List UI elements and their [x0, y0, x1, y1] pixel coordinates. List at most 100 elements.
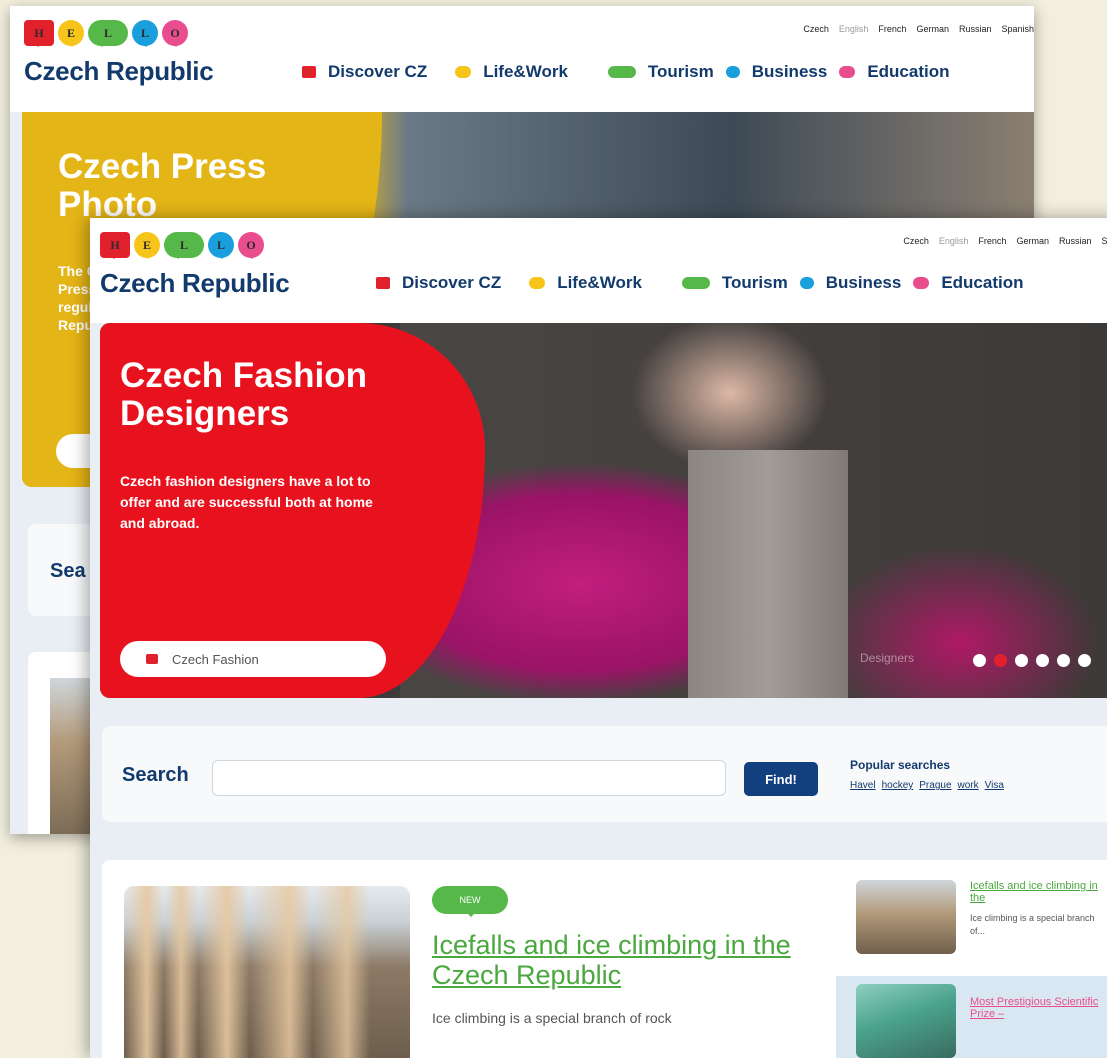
- hero-banner[interactable]: Czech Fashion Designers Czech fashion de…: [100, 323, 1107, 698]
- article-title-link[interactable]: Icefalls and ice climbing in the Czech R…: [432, 930, 812, 990]
- hero-title: Czech Fashion Designers: [120, 356, 367, 433]
- hello-letter-e: E: [58, 20, 84, 47]
- nav-label: Tourism: [721, 273, 788, 292]
- speech-bubble-icon: [455, 66, 472, 78]
- front-browser-window: H E L L O Czech Republic Czech English F…: [90, 218, 1107, 1058]
- hello-letter-e: E: [134, 232, 160, 259]
- speech-bubble-icon: [913, 277, 930, 289]
- language-switcher: Czech English French German Russian Span…: [903, 236, 1107, 246]
- hello-letter-h: H: [24, 20, 54, 47]
- sidebar-article-thumb[interactable]: [856, 880, 956, 954]
- popular-link-visa[interactable]: Visa: [985, 780, 1004, 791]
- slide-dot[interactable]: [1015, 654, 1028, 667]
- slide-dot[interactable]: [973, 654, 986, 667]
- nav-life-work[interactable]: Life&Work: [455, 62, 568, 82]
- back-header: H E L L O Czech Republic Czech English F…: [10, 6, 1034, 112]
- speech-bubble-icon: [376, 277, 390, 289]
- hello-letter-l: L: [132, 20, 158, 47]
- sidebar-article-thumb[interactable]: [856, 984, 956, 1058]
- lang-spanish[interactable]: Spanish: [1101, 236, 1107, 246]
- new-badge: NEW: [432, 886, 508, 917]
- lang-english[interactable]: English: [839, 24, 869, 34]
- logo-title: Czech Republic: [100, 268, 290, 298]
- nav-business[interactable]: Business: [799, 273, 902, 293]
- search-bar: Search Find! Popular searches Havel hock…: [102, 726, 1107, 822]
- back-logo[interactable]: H E L L O Czech Republic: [24, 20, 214, 87]
- nav-label: Life&Work: [483, 62, 568, 81]
- nav-label: Education: [867, 62, 950, 81]
- lang-french[interactable]: French: [978, 236, 1006, 246]
- nav-label: Discover CZ: [402, 273, 502, 292]
- popular-link-work[interactable]: work: [958, 780, 979, 791]
- speech-bubble-icon: [302, 66, 316, 78]
- front-header: H E L L O Czech Republic Czech English F…: [90, 218, 1107, 323]
- search-label: Search: [122, 764, 189, 786]
- lang-spanish[interactable]: Spanish: [1001, 24, 1034, 34]
- lang-russian[interactable]: Russian: [959, 24, 992, 34]
- lang-english[interactable]: English: [939, 236, 969, 246]
- sidebar-article[interactable]: Most Prestigious Scientific Prize –: [836, 976, 1107, 1058]
- speech-bubble-icon: [607, 66, 636, 78]
- nav-discover-cz[interactable]: Discover CZ: [376, 273, 501, 293]
- popular-link-hockey[interactable]: hockey: [882, 780, 914, 791]
- nav-label: Business: [751, 62, 828, 81]
- lang-russian[interactable]: Russian: [1059, 236, 1092, 246]
- find-button[interactable]: Find!: [744, 762, 818, 796]
- popular-searches-title: Popular searches: [850, 758, 951, 772]
- logo-title: Czech Republic: [24, 56, 214, 86]
- slide-dot-active[interactable]: [994, 654, 1007, 667]
- lang-german[interactable]: German: [916, 24, 949, 34]
- nav-education[interactable]: Education: [839, 62, 949, 82]
- nav-label: Business: [825, 273, 902, 292]
- article-image[interactable]: [124, 886, 410, 1058]
- hello-bubbles: H E L L O: [100, 232, 289, 264]
- main-nav: Discover CZ Life&Work Tourism Business E…: [376, 273, 1051, 293]
- hello-letter-o: O: [238, 232, 264, 259]
- nav-tourism[interactable]: Tourism: [607, 62, 714, 82]
- slide-dot[interactable]: [1078, 654, 1091, 667]
- hero-cta-button[interactable]: Czech Fashion: [120, 641, 386, 677]
- nav-life-work[interactable]: Life&Work: [529, 273, 642, 293]
- nav-discover-cz[interactable]: Discover CZ: [302, 62, 427, 82]
- search-input[interactable]: [212, 760, 726, 796]
- speech-bubble-icon: [146, 654, 158, 664]
- hello-letter-h: H: [100, 232, 130, 259]
- sidebar-article-title[interactable]: Most Prestigious Scientific Prize –: [970, 996, 1100, 1020]
- hello-letter-l: L: [88, 20, 128, 47]
- lang-german[interactable]: German: [1016, 236, 1049, 246]
- nav-label: Life&Work: [557, 273, 642, 292]
- sidebar-article-excerpt: Ice climbing is a special branch of...: [970, 913, 1095, 936]
- speech-bubble-icon: [529, 277, 546, 289]
- popular-searches-links: Havel hockey Prague work Visa: [850, 780, 1004, 791]
- hero-cta-label: Czech Fashion: [172, 651, 259, 667]
- nav-business[interactable]: Business: [725, 62, 828, 82]
- back-search-label: Sea: [50, 560, 86, 582]
- nav-label: Tourism: [647, 62, 714, 81]
- lang-czech[interactable]: Czech: [803, 24, 829, 34]
- hello-letter-l: L: [164, 232, 204, 259]
- lang-french[interactable]: French: [878, 24, 906, 34]
- slide-dot[interactable]: [1036, 654, 1049, 667]
- nav-tourism[interactable]: Tourism: [681, 273, 788, 293]
- back-hero-title: Czech Press Photo: [58, 147, 267, 224]
- popular-link-havel[interactable]: Havel: [850, 780, 876, 791]
- hello-bubbles: H E L L O: [24, 20, 213, 52]
- slide-caption: Designers: [860, 651, 915, 665]
- nav-label: Discover CZ: [328, 62, 428, 81]
- sidebar-article-title[interactable]: Icefalls and ice climbing in the: [970, 880, 1100, 904]
- front-logo[interactable]: H E L L O Czech Republic: [100, 232, 290, 299]
- popular-link-prague[interactable]: Prague: [919, 780, 951, 791]
- lang-czech[interactable]: Czech: [903, 236, 929, 246]
- speech-bubble-icon: [839, 66, 856, 78]
- main-nav: Discover CZ Life&Work Tourism Business E…: [302, 62, 977, 82]
- hero-description: Czech fashion designers have a lot to of…: [120, 473, 373, 531]
- nav-label: Education: [941, 273, 1024, 292]
- speech-bubble-icon: [681, 277, 710, 289]
- sidebar-article[interactable]: Icefalls and ice climbing in the Ice cli…: [836, 872, 1107, 968]
- slide-dot[interactable]: [1057, 654, 1070, 667]
- hello-letter-l: L: [208, 232, 234, 259]
- speech-bubble-icon: [799, 277, 814, 289]
- article-excerpt: Ice climbing is a special branch of rock: [432, 1010, 672, 1026]
- nav-education[interactable]: Education: [913, 273, 1023, 293]
- language-switcher: Czech English French German Russian Span…: [803, 24, 1034, 34]
